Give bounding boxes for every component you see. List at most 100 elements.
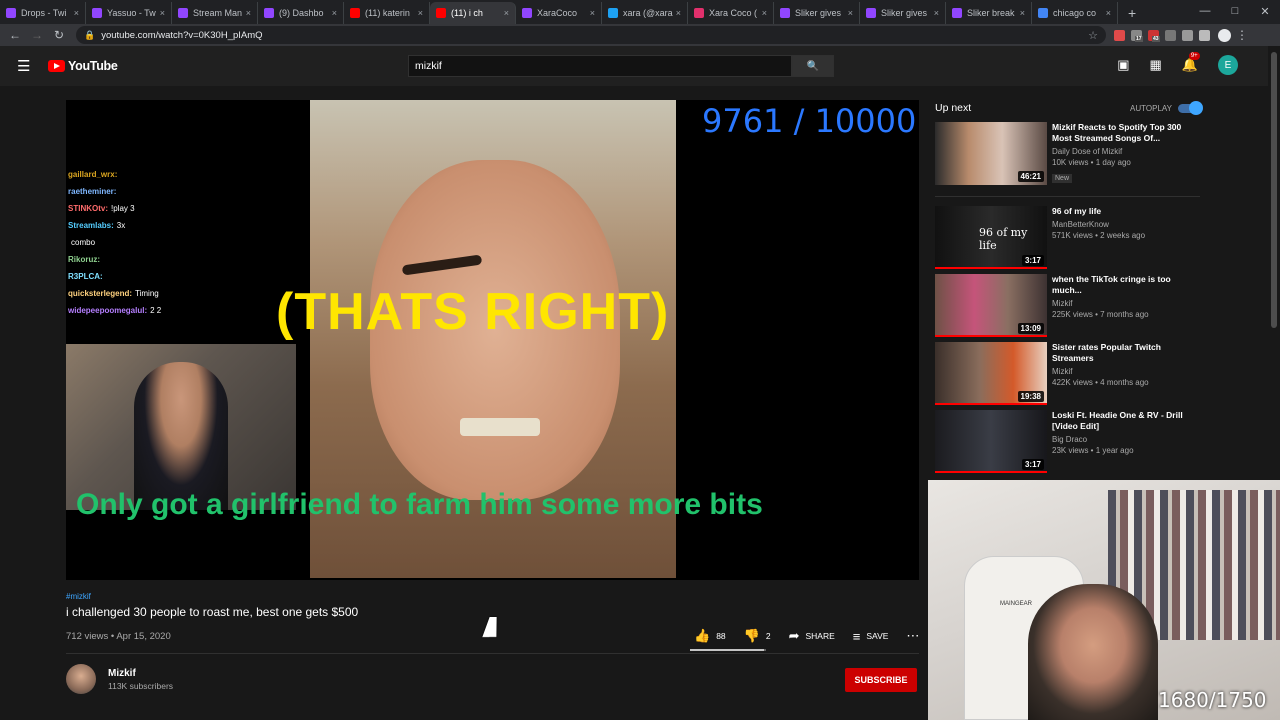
video-player[interactable]: gaillard_wrx: raetheminer: STINKOtv: !play … [66, 100, 919, 580]
browser-tab[interactable]: (11) i ch × [430, 2, 516, 24]
video-duration: 46:21 [1017, 171, 1044, 182]
chat-message: STINKOtv: !play 3 [68, 204, 308, 213]
browser-menu-icon[interactable]: ⋮ [1231, 28, 1253, 42]
apps-grid-icon[interactable]: ▦ [1150, 57, 1162, 73]
tab-close-icon[interactable]: × [157, 8, 165, 18]
extension-icon[interactable]: 43 [1148, 29, 1160, 42]
watched-progress-bar [935, 403, 1047, 405]
extension-icon[interactable] [1182, 29, 1193, 41]
autoplay-toggle[interactable] [1178, 100, 1203, 115]
video-thumbnail[interactable]: 13:09 [935, 274, 1047, 337]
search-input[interactable]: mizkif [408, 55, 792, 77]
close-window-icon[interactable]: ✕ [1250, 0, 1280, 22]
save-button[interactable]: ≡ SAVE [853, 629, 889, 644]
browser-tab[interactable]: XaraCoco × [516, 2, 602, 24]
extension-icon[interactable] [1165, 29, 1176, 41]
video-thumbnail[interactable]: 3:17 [935, 410, 1047, 473]
tab-close-icon[interactable]: × [587, 8, 595, 18]
tab-close-icon[interactable]: × [1017, 8, 1025, 18]
up-next-channel[interactable]: Daily Dose of Mizkif [1052, 147, 1200, 156]
browser-tab[interactable]: Stream Man × [172, 2, 258, 24]
save-label: SAVE [866, 631, 889, 641]
channel-avatar[interactable] [66, 664, 96, 694]
scrollbar-thumb[interactable] [1271, 52, 1277, 328]
chat-text: combo [71, 238, 96, 247]
extension-icon[interactable] [1199, 29, 1210, 41]
maximize-icon[interactable]: □ [1220, 0, 1250, 22]
up-next-video-title[interactable]: Sister rates Popular Twitch Streamers [1052, 342, 1200, 364]
notifications-bell-icon[interactable]: 🔔 9+ [1182, 52, 1200, 73]
tab-close-icon[interactable]: × [1103, 8, 1111, 18]
browser-tab[interactable]: chicago co × [1032, 2, 1118, 24]
video-thumbnail[interactable]: 19:38 [935, 342, 1047, 405]
browser-tab[interactable]: Yassuo - Tw × [86, 2, 172, 24]
search-button[interactable]: 🔍 [792, 55, 834, 77]
browser-tab[interactable]: Sliker gives × [860, 2, 946, 24]
tab-close-icon[interactable]: × [845, 8, 853, 18]
up-next-channel[interactable]: Mizkif [1052, 299, 1200, 308]
tab-close-icon[interactable]: × [759, 8, 767, 18]
browser-tab[interactable]: Drops - Twi × [0, 2, 86, 24]
up-next-video[interactable]: 3:17 Loski Ft. Headie One & RV - Drill [V… [935, 410, 1200, 474]
browser-tab[interactable]: Xara Coco (× [688, 2, 774, 24]
chat-username: Rikoruz: [68, 255, 100, 264]
tab-close-icon[interactable]: × [501, 8, 509, 18]
up-next-video-title[interactable]: Mizkif Reacts to Spotify Top 300 Most St… [1052, 122, 1200, 144]
up-next-video[interactable]: 19:38 Sister rates Popular Twitch Streame… [935, 342, 1200, 406]
watched-progress-bar [935, 335, 1047, 337]
chat-message: gaillard_wrx: [68, 170, 308, 179]
browser-tab[interactable]: (11) katerin × [344, 2, 430, 24]
channel-row: Mizkif 113K subscribers [66, 664, 173, 694]
bookmark-star-icon[interactable]: ☆ [1088, 29, 1098, 42]
back-icon[interactable]: ← [4, 28, 26, 42]
hamburger-menu-icon[interactable]: ☰ [17, 57, 37, 75]
minimize-icon[interactable]: — [1190, 0, 1220, 22]
share-button[interactable]: ➦ SHARE [789, 628, 835, 644]
browser-profile-icon[interactable] [1218, 28, 1231, 42]
create-video-icon[interactable]: ▣ [1117, 57, 1129, 73]
up-next-video[interactable]: 96 of my life 3:17 96 of my life ManBetterK… [935, 206, 1200, 270]
browser-tab[interactable]: xara (@xara × [602, 2, 688, 24]
video-thumbnail[interactable]: 46:21 [935, 122, 1047, 185]
up-next-views: 225K views • 7 months ago [1052, 310, 1149, 319]
video-hashtag[interactable]: #mizkif [66, 592, 919, 601]
account-avatar[interactable]: E [1218, 55, 1238, 75]
url-field[interactable]: 🔒 youtube.com/watch?v=0K30H_pIAmQ ☆ [76, 26, 1106, 44]
subscribe-button[interactable]: SUBSCRIBE [845, 668, 917, 692]
forward-icon[interactable]: → [26, 28, 48, 42]
new-tab-button[interactable]: + [1118, 2, 1146, 24]
dislike-button[interactable]: 👎 2 [744, 628, 771, 644]
reload-icon[interactable]: ↻ [48, 28, 70, 42]
tab-favicon-icon [350, 8, 360, 18]
up-next-video[interactable]: 13:09 when the TikTok cringe is too much.… [935, 274, 1200, 338]
tab-close-icon[interactable]: × [329, 8, 337, 18]
browser-tab[interactable]: Sliker break × [946, 2, 1032, 24]
tab-close-icon[interactable]: × [673, 8, 681, 18]
tab-close-icon[interactable]: × [931, 8, 939, 18]
follower-counter: 1680/1750 [1158, 688, 1267, 712]
up-next-channel[interactable]: Mizkif [1052, 367, 1200, 376]
new-badge: New [1052, 174, 1073, 183]
channel-name[interactable]: Mizkif [108, 668, 173, 679]
autoplay-label: AUTOPLAY [1130, 103, 1172, 113]
like-button[interactable]: 👍 88 [694, 628, 726, 644]
up-next-video-title[interactable]: Loski Ft. Headie One & RV - Drill [Video… [1052, 410, 1200, 432]
youtube-logo[interactable]: YouTube [48, 59, 118, 73]
browser-tab[interactable]: (9) Dashbo × [258, 2, 344, 24]
up-next-video-title[interactable]: when the TikTok cringe is too much... [1052, 274, 1200, 296]
tab-close-icon[interactable]: × [243, 8, 251, 18]
extension-icon[interactable]: 17 [1131, 29, 1143, 42]
share-arrow-icon: ➦ [788, 628, 800, 643]
up-next-channel[interactable]: ManBetterKnow [1052, 220, 1145, 229]
up-next-channel[interactable]: Big Draco [1052, 435, 1200, 444]
up-next-video[interactable]: 46:21 Mizkif Reacts to Spotify Top 300 Mo… [935, 122, 1200, 186]
more-actions-button[interactable]: ⋯ [906, 628, 919, 644]
video-thumbnail[interactable]: 96 of my life 3:17 [935, 206, 1047, 269]
tab-close-icon[interactable]: × [415, 8, 423, 18]
tab-favicon-icon [694, 8, 704, 18]
tab-label: XaraCoco [537, 8, 578, 18]
up-next-video-title[interactable]: 96 of my life [1052, 206, 1145, 217]
extension-icon[interactable] [1114, 29, 1125, 41]
browser-tab[interactable]: Sliker gives × [774, 2, 860, 24]
tab-close-icon[interactable]: × [71, 8, 79, 18]
